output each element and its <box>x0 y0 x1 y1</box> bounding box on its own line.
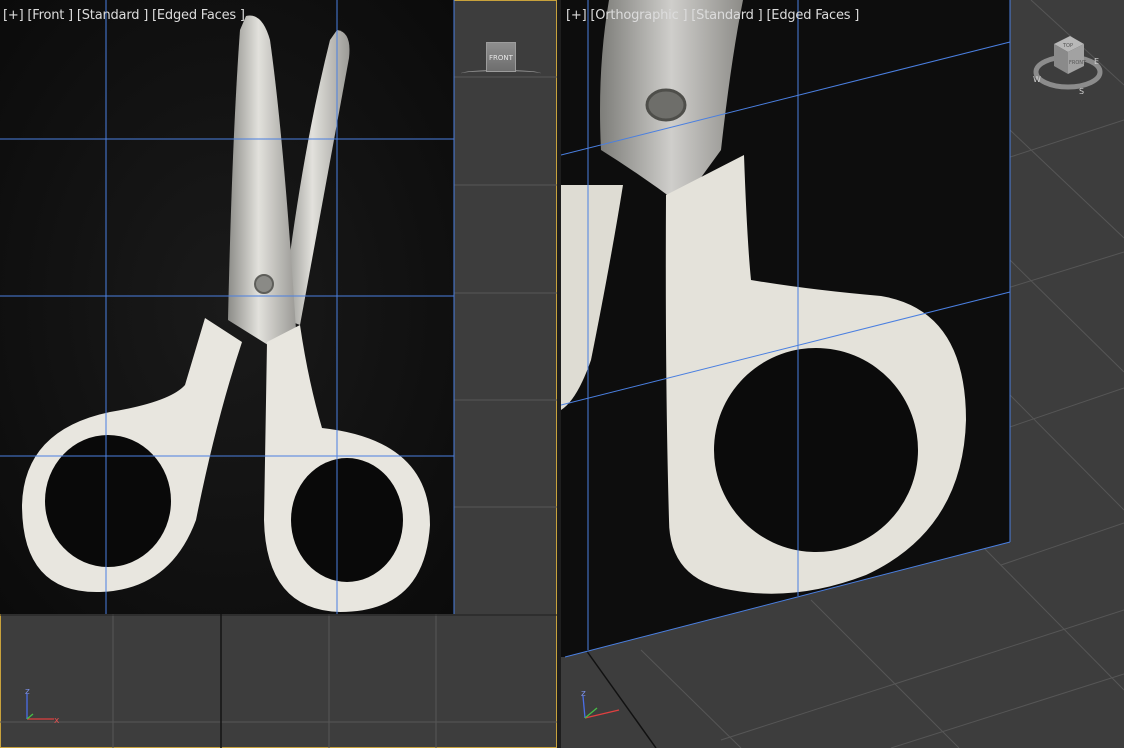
viewcube-icon[interactable]: TOP FRONT <box>1054 36 1087 74</box>
viewport-menu-plus[interactable]: [+] <box>3 8 24 23</box>
axis-label-z: z <box>25 687 30 697</box>
compass-west: W <box>1033 75 1041 84</box>
edges-menu[interactable]: [Edged Faces ] <box>152 8 245 23</box>
orthographic-viewport[interactable]: [+] [Orthographic ] [Standard ] [Edged F… <box>561 0 1124 748</box>
viewcube-front-face: FRONT <box>1069 60 1087 66</box>
axis-tripod-icon: z <box>581 689 620 719</box>
view-type-menu[interactable]: [Orthographic ] <box>590 8 687 23</box>
pivot-screw-ortho <box>645 88 687 122</box>
edges-menu[interactable]: [Edged Faces ] <box>766 8 859 23</box>
handle-right-hole <box>291 458 403 582</box>
scissors-image-plane[interactable] <box>0 0 455 614</box>
view-type-menu[interactable]: [Front ] <box>27 8 73 23</box>
viewcube-top-face: TOP <box>1062 43 1073 49</box>
front-viewport-label: [+] [Front ] [Standard ] [Edged Faces ] <box>3 8 245 23</box>
front-viewport[interactable]: [+] [Front ] [Standard ] [Edged Faces ] … <box>0 0 557 748</box>
shading-menu[interactable]: [Standard ] <box>77 8 148 23</box>
scissors-image-plane-ortho[interactable] <box>561 0 1011 658</box>
axis-tripod-icon: z x <box>25 687 60 726</box>
pivot-screw <box>254 274 274 294</box>
viewcube-front-face: FRONT <box>489 54 513 62</box>
compass-south: S <box>1079 87 1084 96</box>
compass-ring-icon[interactable]: TOP FRONT W S E <box>1032 32 1108 102</box>
ortho-viewport-canvas[interactable] <box>561 0 1124 748</box>
axis-label-z: z <box>581 689 586 699</box>
viewport-menu-plus[interactable]: [+] <box>566 8 587 23</box>
handle-left-hole <box>45 435 171 567</box>
axis-label-x: x <box>54 716 60 726</box>
ortho-viewport-label: [+] [Orthographic ] [Standard ] [Edged F… <box>566 8 859 23</box>
viewcube-icon[interactable]: FRONT <box>486 42 516 72</box>
shading-menu[interactable]: [Standard ] <box>691 8 762 23</box>
front-viewport-canvas[interactable] <box>0 0 557 748</box>
compass-east: E <box>1094 57 1099 66</box>
